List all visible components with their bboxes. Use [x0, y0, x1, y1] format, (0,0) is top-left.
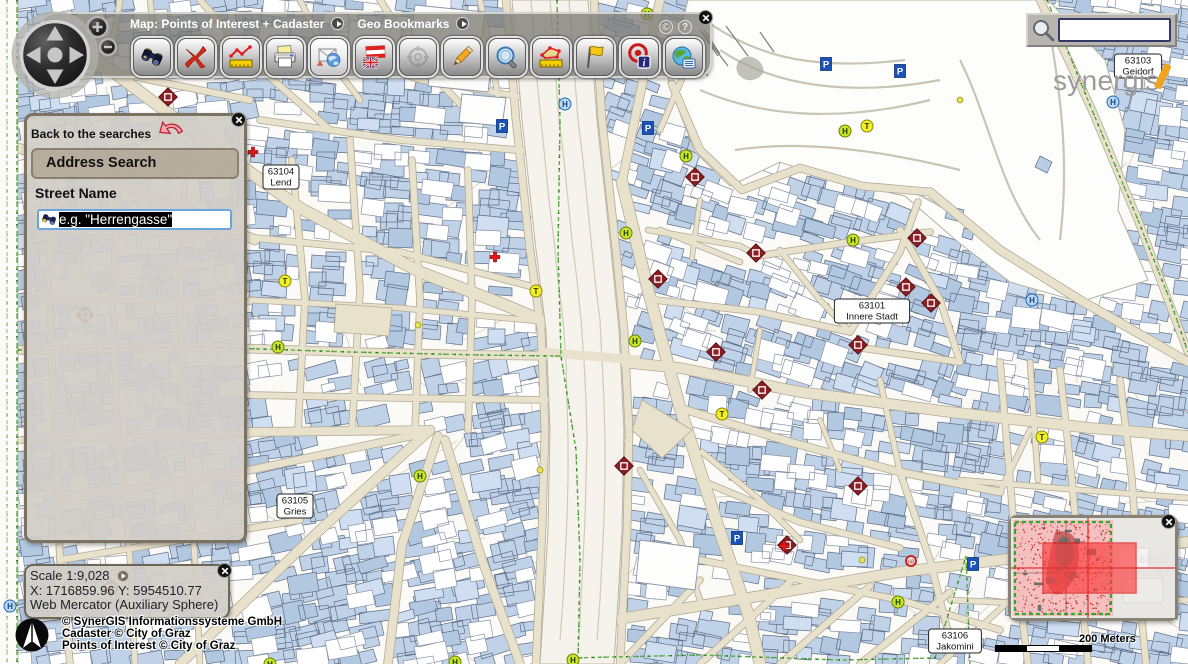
- svg-text:Gries: Gries: [284, 507, 307, 518]
- svg-text:63105: 63105: [282, 496, 308, 507]
- svg-text:H: H: [267, 660, 273, 664]
- svg-text:T: T: [283, 277, 288, 286]
- svg-text:H: H: [1110, 98, 1116, 107]
- svg-text:P: P: [897, 67, 904, 78]
- svg-text:P: P: [823, 60, 830, 71]
- svg-text:H: H: [842, 127, 848, 136]
- svg-text:63104: 63104: [268, 167, 294, 178]
- svg-text:63106: 63106: [942, 631, 968, 642]
- svg-text:Jakomini: Jakomini: [936, 642, 974, 653]
- svg-text:P: P: [645, 124, 652, 135]
- svg-text:H: H: [7, 602, 13, 611]
- svg-text:P: P: [499, 122, 506, 133]
- svg-text:H: H: [570, 656, 576, 664]
- svg-text:P: P: [734, 534, 741, 545]
- svg-text:T: T: [1040, 433, 1045, 442]
- svg-text:68: 68: [908, 560, 914, 566]
- svg-text:P: P: [970, 560, 977, 571]
- svg-text:63102: 63102: [1139, 554, 1170, 566]
- svg-text:H: H: [1029, 296, 1035, 305]
- svg-text:H: H: [275, 343, 281, 352]
- svg-text:H: H: [895, 598, 901, 607]
- svg-text:H: H: [850, 236, 856, 245]
- svg-text:H: H: [623, 229, 629, 238]
- svg-text:i: i: [643, 58, 646, 69]
- svg-text:T: T: [720, 410, 725, 419]
- svg-text:H: H: [632, 337, 638, 346]
- svg-text:H: H: [683, 152, 689, 161]
- svg-text:T: T: [534, 287, 539, 296]
- svg-text:H: H: [562, 100, 568, 109]
- svg-text:63101: 63101: [859, 301, 885, 312]
- svg-text:T: T: [865, 122, 870, 131]
- svg-text:Lend: Lend: [270, 178, 291, 189]
- svg-text:H: H: [417, 472, 423, 481]
- svg-text:Innere Stadt: Innere Stadt: [846, 312, 898, 323]
- svg-text:H: H: [452, 658, 458, 664]
